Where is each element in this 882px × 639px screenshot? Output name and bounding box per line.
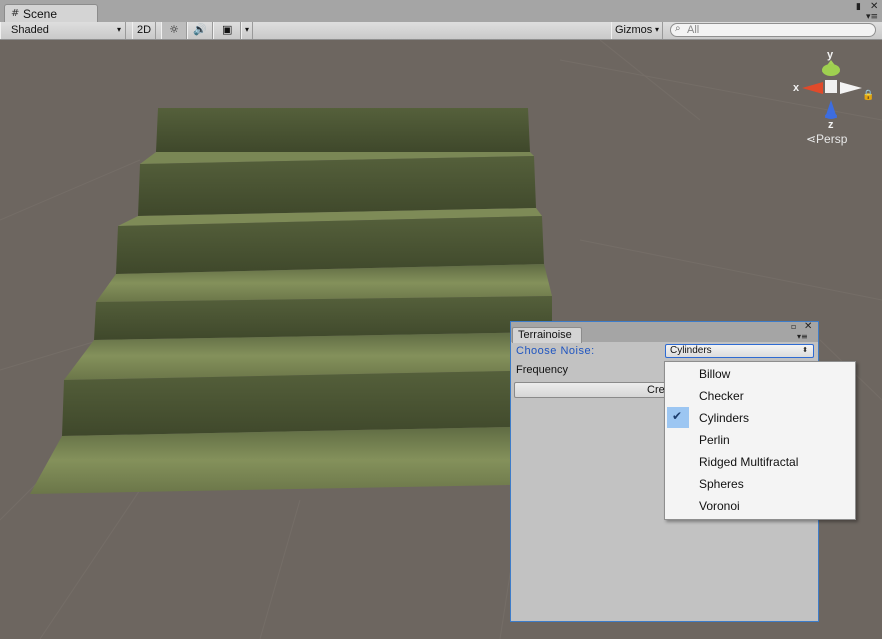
dropdown-option-billow[interactable]: Billow <box>667 363 853 384</box>
dropdown-option-label: Cylinders <box>699 411 750 425</box>
tab-scene-label: Scene <box>23 7 58 21</box>
dropdown-option-ridged-multifractal[interactable]: Ridged Multifractal <box>667 451 853 472</box>
noise-type-dropdown-list: Billow Checker ✔ Cylinders Perlin Ridged… <box>664 361 856 520</box>
gizmo-y-label: y <box>827 49 834 61</box>
search-icon: ⌕ <box>675 23 681 34</box>
dropdown-option-label: Voronoi <box>699 499 740 513</box>
window-close-icon[interactable]: ✕ <box>870 1 878 12</box>
dropdown-option-spheres[interactable]: Spheres <box>667 473 853 494</box>
lighting-toggle-icon[interactable]: ☼ <box>161 22 187 39</box>
terrainoise-header: Terrainoise ▫ ✕ ▾≡ <box>511 321 818 343</box>
menu-icon[interactable]: ▾≡ <box>797 332 808 341</box>
dropdown-option-label: Ridged Multifractal <box>699 455 799 469</box>
dropdown-option-label: Checker <box>699 389 744 403</box>
dropdown-option-perlin[interactable]: Perlin <box>667 429 853 450</box>
noise-type-value: Cylinders <box>670 345 712 356</box>
gizmos-label: Gizmos <box>615 24 653 36</box>
gizmo-x-axis <box>802 82 823 94</box>
select-arrows-icon: ⬍ <box>802 347 808 354</box>
noise-type-select[interactable]: Cylinders ⬍ <box>665 344 814 358</box>
mode-2d-button[interactable]: 2D <box>132 22 156 39</box>
close-icon[interactable]: ✕ <box>804 321 812 332</box>
dropdown-option-cylinders[interactable]: ✔ Cylinders <box>667 407 853 428</box>
tab-terrainoise[interactable]: Terrainoise <box>512 327 582 343</box>
orientation-gizmo[interactable]: y x z <box>790 49 870 135</box>
frequency-label: Frequency <box>516 364 568 376</box>
dropdown-option-label: Spheres <box>699 477 744 491</box>
stair-face <box>156 108 530 152</box>
shading-mode-label: Shaded <box>11 24 49 36</box>
dropdown-option-label: Billow <box>699 367 731 381</box>
tab-terrainoise-label: Terrainoise <box>518 329 572 341</box>
grid-icon: # <box>11 8 20 19</box>
create-button[interactable]: Cre <box>514 382 674 398</box>
effects-dropdown-icon[interactable]: ▾ <box>241 22 253 39</box>
audio-toggle-icon[interactable]: 🔊 <box>187 22 213 39</box>
shading-mode-dropdown[interactable]: Shaded ▾ <box>0 22 126 39</box>
dropdown-option-checker[interactable]: Checker <box>667 385 853 406</box>
dropdown-option-voronoi[interactable]: Voronoi <box>667 495 853 516</box>
gizmos-dropdown[interactable]: Gizmos ▾ <box>611 22 663 39</box>
chevron-down-icon: ▾ <box>654 25 659 34</box>
gizmo-neg-x-axis <box>840 82 862 94</box>
create-button-label: Cre <box>647 384 665 396</box>
projection-toggle[interactable]: ⋖Persp <box>806 132 847 146</box>
window-titlebar: # Scene ▮ ✕ ▾≡ <box>0 0 882 23</box>
choose-noise-label: Choose Noise: <box>516 345 595 357</box>
search-placeholder: All <box>687 24 700 36</box>
search-input[interactable]: ⌕ All <box>670 23 876 37</box>
gizmo-z-label: z <box>828 119 834 131</box>
dropdown-option-label: Perlin <box>699 433 730 447</box>
window-maximize-icon[interactable]: ▮ <box>856 2 861 12</box>
chevron-down-icon: ▾ <box>116 25 121 34</box>
scene-toolbar: Shaded ▾ 2D ☼ 🔊 ▣ ▾ Gizmos ▾ ⌕ All <box>0 22 882 40</box>
checkmark-icon: ✔ <box>672 409 683 423</box>
window-menu-icon[interactable]: ▾≡ <box>866 12 878 22</box>
maximize-icon[interactable]: ▫ <box>791 322 796 331</box>
tab-scene[interactable]: # Scene <box>4 4 98 22</box>
gizmo-x-label: x <box>793 82 800 94</box>
effects-toggle-icon[interactable]: ▣ <box>213 22 241 39</box>
